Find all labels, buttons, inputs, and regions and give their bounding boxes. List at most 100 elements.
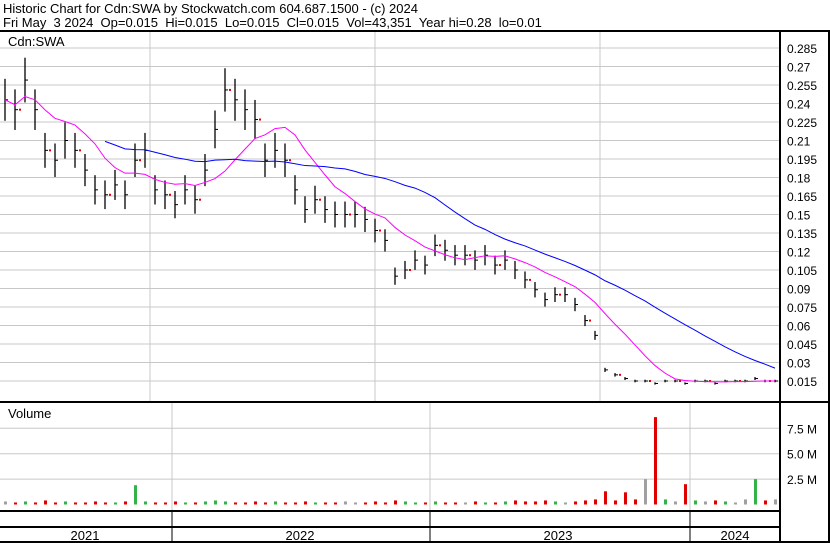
- volume-bar: [664, 499, 667, 505]
- volume-bar: [554, 501, 557, 505]
- volume-bar: [524, 501, 527, 505]
- price-tick-label: 0.21: [787, 135, 811, 149]
- volume-bar: [714, 500, 717, 505]
- volume-bar: [774, 499, 777, 505]
- volume-bar: [434, 501, 437, 505]
- price-tick-label: 0.09: [787, 283, 811, 297]
- price-dot: [499, 264, 501, 267]
- price-tick-label: 0.06: [787, 320, 811, 334]
- volume-bar: [154, 502, 157, 505]
- price-dot: [439, 244, 441, 247]
- volume-tick-label: 5.0 M: [787, 448, 817, 462]
- price-dot: [259, 118, 261, 121]
- price-dot: [19, 108, 21, 111]
- volume-bar: [384, 502, 387, 505]
- volume-bar: [124, 501, 127, 505]
- volume-bar: [104, 502, 107, 505]
- volume-bar: [54, 502, 57, 505]
- volume-bar: [114, 502, 117, 505]
- year-label: 2023: [544, 528, 573, 543]
- volume-bar: [14, 502, 17, 505]
- volume-bar: [514, 500, 517, 505]
- volume-bar: [24, 501, 27, 505]
- volume-bar: [744, 499, 747, 505]
- year-label: 2024: [721, 528, 750, 543]
- volume-bar: [374, 501, 377, 505]
- volume-bar: [64, 501, 67, 505]
- volume-bar: [754, 479, 757, 505]
- price-tick-label: 0.225: [787, 116, 817, 130]
- price-dot: [109, 193, 111, 196]
- volume-bar: [404, 501, 407, 505]
- volume-bar: [74, 502, 77, 505]
- volume-bar: [174, 501, 177, 505]
- volume-bar: [254, 501, 257, 505]
- volume-bar: [214, 500, 217, 505]
- price-dot: [619, 373, 621, 376]
- volume-bar: [344, 501, 347, 505]
- volume-bar: [494, 502, 497, 505]
- volume-bar: [144, 501, 147, 505]
- volume-bar: [94, 501, 97, 505]
- volume-label: Volume: [8, 406, 51, 421]
- volume-bar: [674, 501, 677, 505]
- volume-bar: [184, 502, 187, 505]
- volume-bar: [44, 500, 47, 505]
- volume-tick-label: 2.5 M: [787, 473, 817, 487]
- volume-bar: [134, 485, 137, 505]
- price-dot: [229, 88, 231, 91]
- volume-bar: [724, 501, 727, 505]
- volume-bar: [354, 502, 357, 505]
- volume-bar: [544, 500, 547, 505]
- volume-bar: [574, 501, 577, 505]
- volume-bar: [274, 501, 277, 505]
- volume-bar: [304, 501, 307, 505]
- volume-tick-label: 7.5 M: [787, 422, 817, 436]
- volume-bar: [164, 502, 167, 505]
- price-tick-label: 0.105: [787, 264, 817, 278]
- price-tick-label: 0.03: [787, 357, 811, 371]
- price-tick-label: 0.285: [787, 42, 817, 56]
- price-tick-label: 0.135: [787, 227, 817, 241]
- volume-bar: [424, 502, 427, 505]
- volume-bar: [644, 479, 647, 505]
- volume-bar: [334, 502, 337, 505]
- volume-bar: [244, 502, 247, 505]
- volume-bar: [694, 500, 697, 505]
- price-dot: [529, 278, 531, 281]
- price-tick-label: 0.24: [787, 98, 811, 112]
- price-dot: [289, 159, 291, 162]
- price-tick-label: 0.255: [787, 79, 817, 93]
- volume-bar: [764, 500, 767, 505]
- volume-bar: [84, 502, 87, 505]
- price-tick-label: 0.165: [787, 190, 817, 204]
- volume-bar: [564, 502, 567, 505]
- volume-bar: [324, 502, 327, 505]
- volume-bar: [264, 502, 267, 505]
- chart-svg: Cdn:SWA Volume 0.285 0.27 0.255 0.24 0.225 0.…: [0, 30, 830, 543]
- volume-bar: [684, 484, 687, 505]
- volume-bar: [624, 492, 627, 505]
- price-dot: [589, 319, 591, 322]
- year-label: 2022: [286, 528, 315, 543]
- volume-bar: [4, 501, 7, 505]
- volume-bar: [204, 501, 207, 505]
- volume-bar: [614, 500, 617, 505]
- price-dot: [139, 159, 141, 162]
- price-tick-label: 0.015: [787, 375, 817, 389]
- volume-bar: [594, 499, 597, 505]
- price-dot: [409, 269, 411, 271]
- price-tick-label: 0.045: [787, 338, 817, 352]
- price-dot: [379, 229, 381, 232]
- price-dot: [469, 254, 471, 257]
- price-tick-label: 0.15: [787, 209, 811, 223]
- volume-bar: [534, 501, 537, 505]
- price-dot: [649, 380, 651, 382]
- volume-bar: [474, 501, 477, 505]
- volume-bar: [444, 502, 447, 505]
- price-tick-label: 0.18: [787, 172, 811, 186]
- volume-bar: [704, 501, 707, 505]
- volume-bar: [34, 502, 37, 505]
- symbol-label: Cdn:SWA: [8, 34, 65, 49]
- price-tick-label: 0.195: [787, 153, 817, 167]
